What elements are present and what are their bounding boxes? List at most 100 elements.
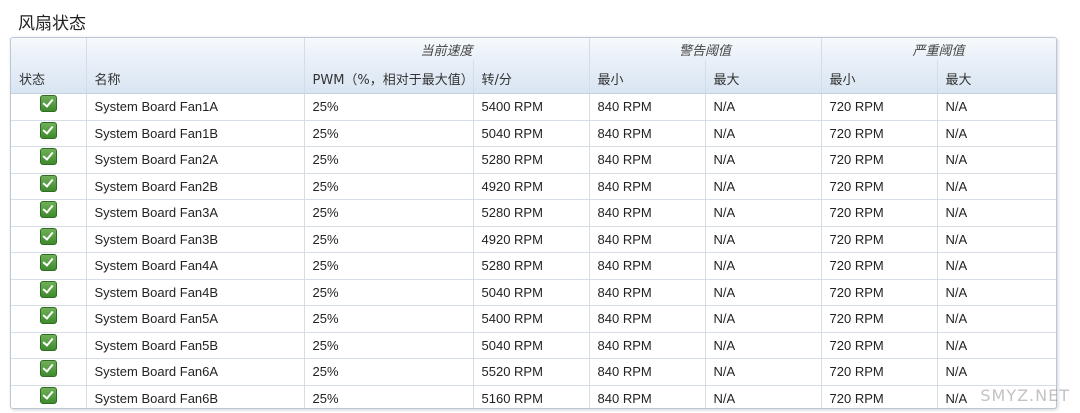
warning-min-cell: 840 RPM [589, 146, 706, 174]
rpm-cell: 5040 RPM [473, 279, 590, 306]
rpm-cell: 5040 RPM [473, 120, 590, 147]
checkmark-icon [39, 121, 57, 139]
critical-max-cell: N/A [937, 93, 1056, 121]
pwm-cell: 25% [304, 279, 474, 306]
status-cell [11, 279, 87, 306]
fan-name-cell: System Board Fan1A [86, 93, 305, 121]
column-header-warning-max[interactable]: 最大 [705, 60, 822, 94]
checkmark-icon [39, 227, 57, 245]
critical-min-cell: 720 RPM [821, 279, 938, 306]
critical-max-cell: N/A [937, 332, 1056, 359]
critical-max-cell: N/A [937, 199, 1056, 227]
critical-max-cell: N/A [937, 305, 1056, 333]
pwm-cell: 25% [304, 173, 474, 200]
table-row: System Board Fan5B 25% 5040 RPM 840 RPM … [11, 332, 1056, 359]
checkmark-icon [39, 95, 57, 113]
warning-max-cell: N/A [705, 120, 822, 147]
critical-min-cell: 720 RPM [821, 252, 938, 280]
warning-max-cell: N/A [705, 173, 822, 200]
checkmark-icon [39, 280, 57, 298]
watermark-text: SMYZ.NET [980, 386, 1070, 405]
page-title: 风扇状态 [18, 14, 86, 34]
checkmark-icon [39, 360, 57, 378]
warning-min-cell: 840 RPM [589, 358, 706, 386]
rpm-cell: 5280 RPM [473, 146, 590, 174]
table-row: System Board Fan3B 25% 4920 RPM 840 RPM … [11, 226, 1056, 253]
column-header-critical-max[interactable]: 最大 [937, 60, 1056, 94]
warning-min-cell: 840 RPM [589, 226, 706, 253]
status-cell [11, 226, 87, 253]
critical-max-cell: N/A [937, 358, 1056, 386]
rpm-cell: 5040 RPM [473, 332, 590, 359]
fan-status-table: 当前速度 警告阈值 严重阈值 状态 名称 PWM（%，相对于最大值） 转/分 最… [11, 38, 1056, 408]
critical-max-cell: N/A [937, 279, 1056, 306]
pwm-cell: 25% [304, 93, 474, 121]
critical-min-cell: 720 RPM [821, 173, 938, 200]
header-group-empty-status [11, 38, 87, 60]
warning-max-cell: N/A [705, 146, 822, 174]
warning-max-cell: N/A [705, 226, 822, 253]
header-column-row: 状态 名称 PWM（%，相对于最大值） 转/分 最小 最大 最小 最大 [11, 60, 1056, 94]
column-header-rpm[interactable]: 转/分 [473, 60, 590, 94]
critical-max-cell: N/A [937, 252, 1056, 280]
critical-min-cell: 720 RPM [821, 385, 938, 408]
warning-min-cell: 840 RPM [589, 305, 706, 333]
column-header-warning-min[interactable]: 最小 [589, 60, 706, 94]
pwm-cell: 25% [304, 332, 474, 359]
status-cell [11, 120, 87, 147]
table-row: System Board Fan4A 25% 5280 RPM 840 RPM … [11, 252, 1056, 280]
status-cell [11, 146, 87, 174]
warning-min-cell: 840 RPM [589, 199, 706, 227]
table-row: System Board Fan1A 25% 5400 RPM 840 RPM … [11, 93, 1056, 121]
status-cell [11, 385, 87, 408]
column-header-critical-min[interactable]: 最小 [821, 60, 938, 94]
table-row: System Board Fan2A 25% 5280 RPM 840 RPM … [11, 146, 1056, 174]
fan-table-body: System Board Fan1A 25% 5400 RPM 840 RPM … [11, 93, 1056, 408]
pwm-cell: 25% [304, 305, 474, 333]
fan-name-cell: System Board Fan4B [86, 279, 305, 306]
fan-name-cell: System Board Fan2A [86, 146, 305, 174]
header-group-warning-threshold: 警告阈值 [589, 38, 822, 60]
warning-min-cell: 840 RPM [589, 93, 706, 121]
status-cell [11, 93, 87, 121]
checkmark-icon [39, 148, 57, 166]
fan-name-cell: System Board Fan5A [86, 305, 305, 333]
status-cell [11, 332, 87, 359]
table-row: System Board Fan3A 25% 5280 RPM 840 RPM … [11, 199, 1056, 227]
fan-name-cell: System Board Fan4A [86, 252, 305, 280]
fan-name-cell: System Board Fan5B [86, 332, 305, 359]
rpm-cell: 5400 RPM [473, 305, 590, 333]
critical-min-cell: 720 RPM [821, 199, 938, 227]
checkmark-icon [39, 174, 57, 192]
pwm-cell: 25% [304, 199, 474, 227]
fan-name-cell: System Board Fan6A [86, 358, 305, 386]
table-row: System Board Fan1B 25% 5040 RPM 840 RPM … [11, 120, 1056, 147]
warning-min-cell: 840 RPM [589, 385, 706, 408]
column-header-status[interactable]: 状态 [11, 60, 87, 94]
warning-max-cell: N/A [705, 385, 822, 408]
critical-min-cell: 720 RPM [821, 305, 938, 333]
checkmark-icon [39, 333, 57, 351]
warning-min-cell: 840 RPM [589, 173, 706, 200]
status-cell [11, 358, 87, 386]
header-group-current-speed: 当前速度 [304, 38, 590, 60]
warning-max-cell: N/A [705, 358, 822, 386]
critical-min-cell: 720 RPM [821, 226, 938, 253]
critical-min-cell: 720 RPM [821, 358, 938, 386]
header-group-empty-name [86, 38, 305, 60]
fan-name-cell: System Board Fan6B [86, 385, 305, 408]
critical-max-cell: N/A [937, 120, 1056, 147]
column-header-pwm[interactable]: PWM（%，相对于最大值） [304, 60, 474, 94]
header-group-critical-threshold: 严重阈值 [821, 38, 1056, 60]
fan-name-cell: System Board Fan2B [86, 173, 305, 200]
fan-name-cell: System Board Fan3B [86, 226, 305, 253]
column-header-name[interactable]: 名称 [86, 60, 305, 94]
pwm-cell: 25% [304, 146, 474, 174]
table-row: System Board Fan4B 25% 5040 RPM 840 RPM … [11, 279, 1056, 306]
table-row: System Board Fan6A 25% 5520 RPM 840 RPM … [11, 358, 1056, 386]
checkmark-icon [39, 254, 57, 272]
rpm-cell: 5400 RPM [473, 93, 590, 121]
warning-min-cell: 840 RPM [589, 332, 706, 359]
fan-status-table-container: 当前速度 警告阈值 严重阈值 状态 名称 PWM（%，相对于最大值） 转/分 最… [10, 37, 1057, 409]
status-cell [11, 252, 87, 280]
